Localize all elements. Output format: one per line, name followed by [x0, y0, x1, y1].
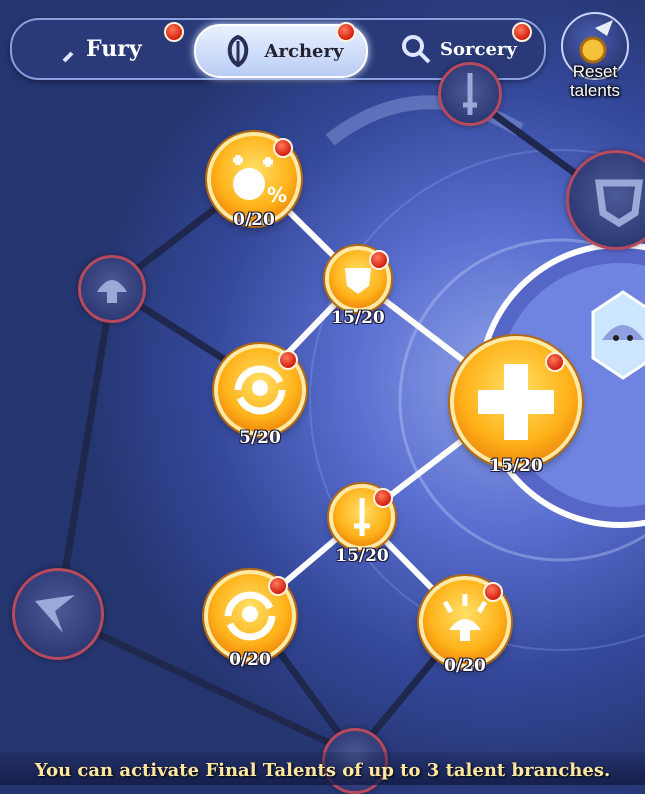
locked-node-sword[interactable]: [438, 62, 502, 126]
locked-node-mushroom[interactable]: [78, 255, 146, 323]
talent-count: 0/20: [444, 656, 486, 676]
notification-dot: [483, 582, 503, 602]
notification-dot: [369, 250, 389, 270]
notification-dot: [545, 352, 565, 372]
tab-fury-label: Fury: [86, 36, 142, 62]
magnifier-staff-icon: [402, 35, 431, 64]
notification-dot: [278, 350, 298, 370]
notification-dot: [273, 138, 293, 158]
final-talent-mushroom-crystal[interactable]: [588, 290, 645, 380]
talent-count: 15/20: [489, 456, 543, 476]
mushroom-crystal-icon: [591, 290, 645, 380]
reset-talents-button[interactable]: Reset talents: [556, 12, 634, 102]
shield-icon: [595, 179, 643, 228]
talent-count: 0/20: [229, 650, 271, 670]
notification-dot: [512, 22, 532, 42]
boomerang-icon: [35, 595, 75, 633]
mushroom-icon: [97, 280, 127, 303]
talent-count: 0/20: [233, 210, 275, 230]
info-banner: You can activate Final Talents of up to …: [0, 752, 645, 785]
talent-node-spiral[interactable]: 0/20: [204, 570, 296, 670]
notification-dot: [373, 488, 393, 508]
notification-dot: [336, 22, 356, 42]
talent-count: 5/20: [239, 428, 281, 448]
talent-node-spiral[interactable]: 5/20: [214, 344, 306, 448]
info-banner-text: You can activate Final Talents of up to …: [34, 760, 611, 781]
sword-icon: [46, 37, 74, 63]
talent-node-sword[interactable]: 15/20: [329, 484, 395, 566]
notification-dot: [268, 576, 288, 596]
sword-icon: [463, 73, 477, 115]
talent-count: 15/20: [335, 546, 389, 566]
notification-dot: [164, 22, 184, 42]
archery-emblem-icon: [227, 34, 248, 68]
svg-text:%: %: [267, 183, 287, 207]
talent-node-shield[interactable]: 15/20: [325, 246, 391, 328]
talent-node-heal-plus[interactable]: 15/20: [450, 336, 582, 476]
reset-label-line2: talents: [569, 81, 621, 100]
talent-node-heal-percent[interactable]: % 0/20: [207, 132, 301, 230]
talent-node-mushroom-burst[interactable]: 0/20: [419, 576, 511, 676]
tab-archery[interactable]: Archery: [194, 22, 368, 78]
tab-fury[interactable]: Fury: [42, 20, 184, 78]
locked-node-boomerang[interactable]: [12, 568, 104, 660]
locked-node-shield[interactable]: [566, 150, 645, 250]
tab-archery-label: Archery: [264, 40, 344, 62]
tab-sorcery-label: Sorcery: [440, 38, 517, 60]
talent-count: 15/20: [331, 308, 385, 328]
